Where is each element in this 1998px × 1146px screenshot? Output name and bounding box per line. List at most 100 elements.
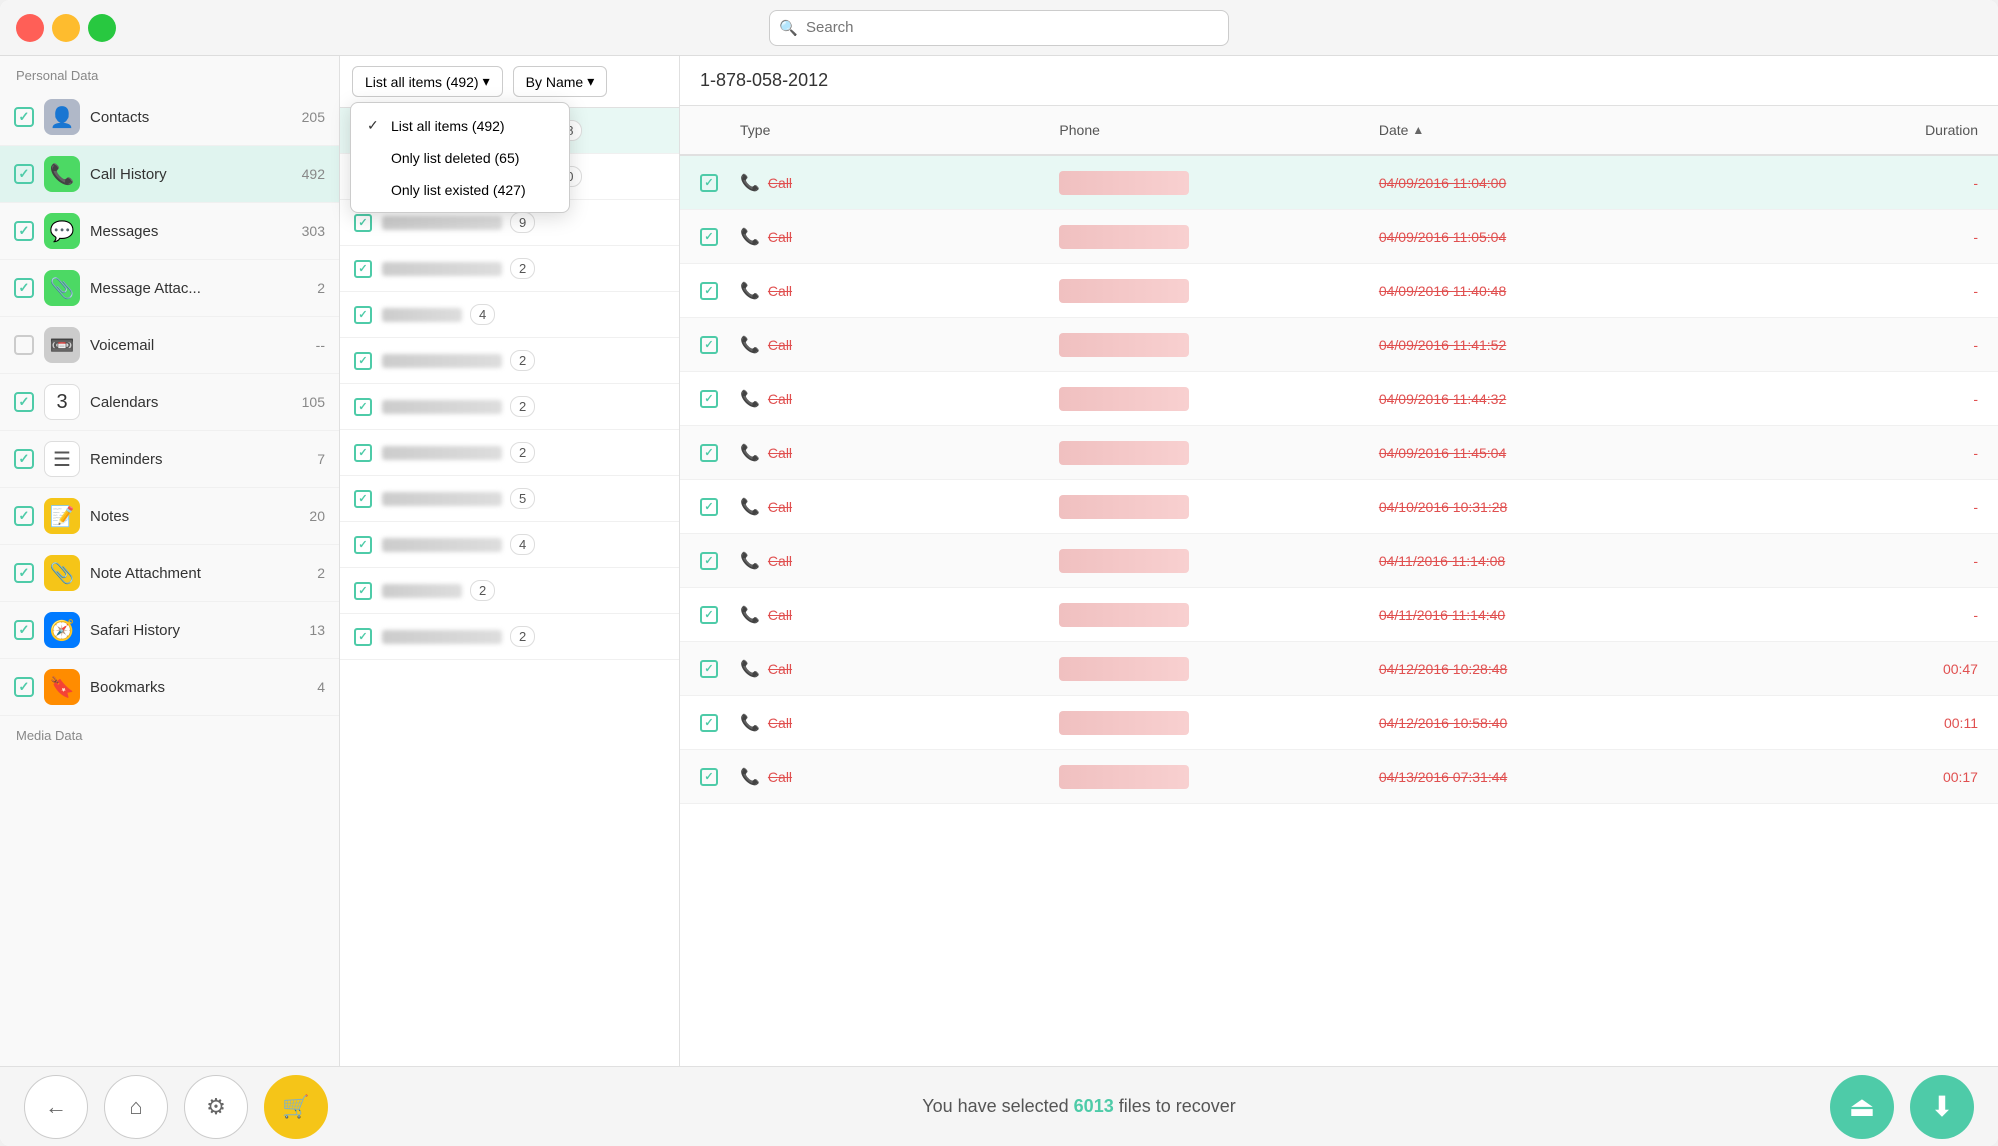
settings-button[interactable]: ⚙ [184, 1075, 248, 1139]
sidebar-checkbox-bookmarks[interactable] [14, 677, 34, 697]
list-item-checkbox[interactable] [354, 352, 372, 370]
export-button-1[interactable]: ⏏ [1830, 1075, 1894, 1139]
dropdown-item[interactable]: Only list existed (427) [351, 174, 569, 206]
sidebar-checkbox-contacts[interactable] [14, 107, 34, 127]
dropdown-item[interactable]: Only list deleted (65) [351, 142, 569, 174]
cart-button[interactable]: 🛒 [264, 1075, 328, 1139]
sidebar-icon-calendars: 3 [44, 384, 80, 420]
sidebar-item-messageattach[interactable]: 📎 Message Attac... 2 [0, 260, 339, 317]
row-type: 📞 Call [740, 551, 1059, 571]
filter-button[interactable]: List all items (492) ▾ [352, 66, 503, 97]
home-button[interactable]: ⌂ [104, 1075, 168, 1139]
list-item[interactable]: 4 [340, 522, 679, 568]
table-row[interactable]: 📞 Call 04/13/2016 07:31:44 00:17 [680, 750, 1998, 804]
table-row[interactable]: 📞 Call 04/12/2016 10:58:40 00:11 [680, 696, 1998, 750]
row-date: 04/09/2016 11:41:52 [1379, 337, 1858, 353]
sidebar-item-contacts[interactable]: 👤 Contacts 205 [0, 89, 339, 146]
home-icon: ⌂ [129, 1094, 142, 1120]
table-row[interactable]: 📞 Call 04/09/2016 11:05:04 - [680, 210, 1998, 264]
sidebar-checkbox-messages[interactable] [14, 221, 34, 241]
list-item[interactable]: 2 [340, 384, 679, 430]
list-item-checkbox[interactable] [354, 260, 372, 278]
list-item[interactable]: 4 [340, 292, 679, 338]
list-item[interactable]: 2 [340, 568, 679, 614]
table-row[interactable]: 📞 Call 04/09/2016 11:40:48 - [680, 264, 1998, 318]
sidebar-checkbox-noteattachment[interactable] [14, 563, 34, 583]
table-row[interactable]: 📞 Call 04/10/2016 10:31:28 - [680, 480, 1998, 534]
sidebar-item-calendars[interactable]: 3 Calendars 105 [0, 374, 339, 431]
table-row[interactable]: 📞 Call 04/09/2016 11:04:00 - [680, 156, 1998, 210]
dropdown-item[interactable]: ✓ List all items (492) [351, 109, 569, 142]
row-checkbox[interactable] [700, 444, 740, 462]
table-row[interactable]: 📞 Call 04/11/2016 11:14:40 - [680, 588, 1998, 642]
sidebar-checkbox-callhistory[interactable] [14, 164, 34, 184]
list-item-checkbox[interactable] [354, 536, 372, 554]
export-button-2[interactable]: ⬇ [1910, 1075, 1974, 1139]
list-item[interactable]: 2 [340, 338, 679, 384]
row-checkbox[interactable] [700, 174, 740, 192]
search-input[interactable] [769, 10, 1229, 46]
row-check-mark [700, 714, 718, 732]
middle-toolbar: List all items (492) ▾ By Name ▾ ✓ List … [340, 56, 679, 108]
row-checkbox[interactable] [700, 714, 740, 732]
minimize-button[interactable] [52, 14, 80, 42]
back-button[interactable]: ← [24, 1075, 88, 1139]
call-type-label: Call [768, 391, 792, 407]
row-duration: - [1858, 553, 1978, 569]
sidebar-checkbox-messageattach[interactable] [14, 278, 34, 298]
list-item-checkbox[interactable] [354, 214, 372, 232]
row-checkbox[interactable] [700, 498, 740, 516]
sidebar-checkbox-voicemail[interactable] [14, 335, 34, 355]
sidebar-item-messages[interactable]: 💬 Messages 303 [0, 203, 339, 260]
list-item[interactable]: 5 [340, 476, 679, 522]
table-row[interactable]: 📞 Call 04/09/2016 11:41:52 - [680, 318, 1998, 372]
sidebar-checkbox-reminders[interactable] [14, 449, 34, 469]
sort-button[interactable]: By Name ▾ [513, 66, 608, 97]
sidebar-item-callhistory[interactable]: 📞 Call History 492 [0, 146, 339, 203]
row-checkbox[interactable] [700, 552, 740, 570]
row-checkbox[interactable] [700, 768, 740, 786]
row-checkbox[interactable] [700, 660, 740, 678]
sidebar-item-voicemail[interactable]: 📼 Voicemail -- [0, 317, 339, 374]
list-item-checkbox[interactable] [354, 490, 372, 508]
sidebar-item-notes[interactable]: 📝 Notes 20 [0, 488, 339, 545]
list-item[interactable]: 2 [340, 246, 679, 292]
row-checkbox[interactable] [700, 336, 740, 354]
list-item-count: 2 [510, 442, 535, 463]
sidebar-item-bookmarks[interactable]: 🔖 Bookmarks 4 [0, 659, 339, 716]
table-row[interactable]: 📞 Call 04/12/2016 10:28:48 00:47 [680, 642, 1998, 696]
close-button[interactable] [16, 14, 44, 42]
maximize-button[interactable] [88, 14, 116, 42]
row-checkbox[interactable] [700, 282, 740, 300]
sidebar-item-name-safarihistory: Safari History [90, 622, 309, 639]
table-row[interactable]: 📞 Call 04/11/2016 11:14:08 - [680, 534, 1998, 588]
row-checkbox[interactable] [700, 228, 740, 246]
list-item-checkbox[interactable] [354, 628, 372, 646]
list-item-checkbox[interactable] [354, 444, 372, 462]
sidebar-icon-messages: 💬 [44, 213, 80, 249]
sidebar-item-count-messageattach: 2 [317, 280, 325, 296]
call-phone-icon: 📞 [740, 767, 760, 787]
table-row[interactable]: 📞 Call 04/09/2016 11:44:32 - [680, 372, 1998, 426]
row-check-mark [700, 228, 718, 246]
sidebar-item-safarihistory[interactable]: 🧭 Safari History 13 [0, 602, 339, 659]
list-item-checkbox[interactable] [354, 398, 372, 416]
sidebar-item-noteattachment[interactable]: 📎 Note Attachment 2 [0, 545, 339, 602]
row-phone [1059, 549, 1378, 573]
list-item-checkbox[interactable] [354, 306, 372, 324]
row-duration: - [1858, 499, 1978, 515]
list-item-checkbox[interactable] [354, 582, 372, 600]
row-check-mark [700, 498, 718, 516]
row-check-mark [700, 282, 718, 300]
sidebar-checkbox-calendars[interactable] [14, 392, 34, 412]
sidebar-checkbox-safarihistory[interactable] [14, 620, 34, 640]
row-checkbox[interactable] [700, 606, 740, 624]
sidebar-checkbox-notes[interactable] [14, 506, 34, 526]
list-item[interactable]: 2 [340, 430, 679, 476]
date-sort-icon[interactable]: ▲ [1412, 123, 1424, 137]
phone-blur [1059, 711, 1189, 735]
sidebar-item-reminders[interactable]: ☰ Reminders 7 [0, 431, 339, 488]
table-row[interactable]: 📞 Call 04/09/2016 11:45:04 - [680, 426, 1998, 480]
row-checkbox[interactable] [700, 390, 740, 408]
list-item[interactable]: 2 [340, 614, 679, 660]
